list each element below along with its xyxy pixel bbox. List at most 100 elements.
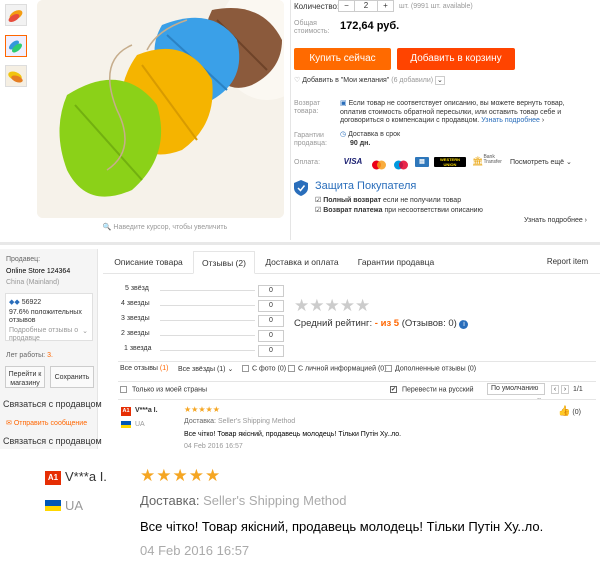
chevron-right-icon: › — [541, 117, 545, 124]
quantity-value[interactable]: 2 — [355, 1, 377, 11]
page-indicator: 1/1 — [573, 386, 583, 393]
filter-with-personal[interactable]: С личной информацией (0) — [288, 365, 387, 372]
sort-select[interactable]: По умолчанию ⌄ — [487, 383, 545, 402]
tab-shipping[interactable]: Доставка и оплата — [258, 251, 346, 273]
filter-extra-reviews[interactable]: Дополненные отзывы (0) — [385, 365, 476, 372]
checkbox-icon: ☑ — [315, 207, 322, 214]
thumbnail-1[interactable] — [5, 4, 27, 26]
rating-row-count: 0 — [258, 315, 284, 327]
translate-toggle[interactable]: ✔ Перевести на русский — [390, 386, 474, 393]
checkbox[interactable] — [120, 386, 127, 393]
message-icon: ✉ — [6, 420, 12, 427]
return-label: Возврат товара: — [294, 100, 321, 115]
review-stars: ★★★★★ — [184, 405, 220, 414]
checkbox[interactable] — [385, 365, 392, 372]
tab-reviews[interactable]: Отзывы (2) — [193, 251, 255, 274]
leaf-thumb-icon — [8, 10, 23, 22]
chevron-down-icon[interactable]: ⌄ — [566, 158, 572, 166]
add-to-cart-button[interactable]: Добавить в корзину — [397, 48, 515, 70]
chevron-down-icon: ⌄ — [227, 366, 234, 373]
contact-seller-link[interactable]: Связаться с продавцом — [3, 399, 102, 409]
total-label: Общая стоимость: — [294, 20, 330, 35]
reviewer-name: V***a I. — [65, 469, 107, 484]
send-message-link[interactable]: ✉ Отправить сообщение — [6, 419, 87, 427]
visa-icon: VISA — [343, 157, 363, 166]
seller-rating-box: ◆◆ 56922 97.6% положительных отзывов Под… — [5, 293, 93, 343]
total-price: 172,64 руб. — [340, 20, 400, 32]
bank-transfer-icon: 🏛 Bank Transfer — [472, 154, 502, 167]
report-item-link[interactable]: Report item — [540, 251, 595, 273]
checkbox[interactable] — [242, 365, 249, 372]
quantity-minus-button[interactable]: − — [339, 1, 355, 11]
thumbnail-2[interactable] — [5, 35, 27, 57]
buyer-badge: A1 — [45, 471, 61, 485]
average-rating: Средний рейтинг: - из 5 (Отзывов: 0) i — [294, 318, 469, 329]
positive-pct: 97.6% — [9, 309, 29, 316]
buyer-badge: A1 — [121, 407, 131, 416]
guarantee-label: Гарантии продавца: — [294, 132, 327, 147]
buy-now-button[interactable]: Купить сейчас — [294, 48, 391, 70]
go-to-store-button[interactable]: Перейти к магазину — [5, 366, 45, 388]
chevron-down-icon[interactable]: ⌄ — [82, 327, 88, 335]
like-button[interactable]: 👍 (0) — [558, 406, 581, 417]
reviewer-name: V***a I. — [135, 407, 158, 414]
review-shipping: Доставка: Seller's Shipping Method — [184, 418, 296, 425]
return-more-link[interactable]: Узнать подробнее — [481, 117, 540, 124]
quantity-plus-button[interactable]: + — [377, 1, 393, 11]
zoomed-review: A1 V***a I. UA ★★★★★ Доставка: Seller's … — [0, 455, 600, 564]
reviewer-country: UA — [65, 498, 84, 513]
protection-more-link[interactable]: Узнать подробнее › — [524, 217, 587, 224]
leaf-thumb-icon — [9, 40, 22, 53]
rating-row-count: 0 — [258, 330, 284, 342]
filter-with-photo[interactable]: С фото (0) — [242, 365, 286, 372]
return-icon: ▣ — [340, 100, 347, 107]
filter-all-reviews[interactable]: Все отзывы (1) — [120, 365, 168, 372]
western-union-icon: WESTERN UNION — [434, 157, 466, 167]
tab-description[interactable]: Описание товара — [106, 251, 191, 273]
checked-checkbox-icon[interactable]: ✔ — [390, 386, 397, 393]
rating-row-label: 3 звезды — [121, 315, 150, 322]
quantity-stepper[interactable]: − 2 + — [338, 0, 394, 12]
main-product-image[interactable] — [37, 0, 284, 218]
payment-label: Оплата: — [294, 159, 321, 166]
diamond-icon: ◆◆ — [9, 299, 20, 306]
quantity-available: шт. (9991 шт. available) — [399, 3, 473, 10]
seller-details-link[interactable]: Подробные отзывы о продавце — [9, 327, 78, 343]
rating-row-label: 4 звезды — [121, 300, 150, 307]
seller-name[interactable]: Online Store 124364 — [6, 268, 70, 275]
info-icon[interactable]: i — [459, 320, 469, 329]
zoom-hint: 🔍 Наведите курсор, чтобы увеличить — [102, 224, 228, 231]
my-country-filter[interactable]: Только из моей страны — [120, 386, 207, 393]
rating-row-count: 0 — [258, 345, 284, 357]
filter-all-stars[interactable]: Все звёзды (1) ⌄ — [178, 365, 233, 373]
magnifier-icon: 🔍 — [102, 224, 112, 231]
ua-flag-icon — [121, 421, 131, 428]
wishlist-link[interactable]: ♡ Добавить в "Мои желания" (6 добавили) … — [294, 76, 445, 85]
contact-seller-link-2[interactable]: Связаться с продавцом — [3, 436, 102, 446]
save-store-button[interactable]: Сохранить — [50, 366, 94, 388]
thumbnail-3[interactable] — [5, 65, 27, 87]
chevron-down-icon[interactable]: ⌄ — [435, 76, 445, 85]
seller-years: Лет работы: 3. — [6, 352, 53, 359]
heart-icon: ♡ — [294, 77, 301, 84]
next-page-button[interactable]: › — [561, 385, 569, 394]
protection-title: Защита Покупателя — [315, 180, 417, 192]
bank-icon: 🏛 — [472, 156, 484, 166]
average-stars: ★★★★★ — [294, 296, 371, 315]
review-filters: Все отзывы (1) Все звёзды (1) ⌄ С фото (… — [120, 365, 596, 377]
prev-page-button[interactable]: ‹ — [551, 385, 559, 394]
checkbox[interactable] — [288, 365, 295, 372]
leaf-thumb-icon — [8, 71, 23, 83]
review-stars: ★★★★★ — [140, 466, 222, 485]
quantity-label: Количество: — [294, 2, 340, 11]
guarantee-text: ◷ Доставка в срок 90 дн. — [340, 131, 401, 147]
review-shipping: Доставка: Seller's Shipping Method — [140, 493, 347, 508]
payment-more-link[interactable]: Посмотреть ещё — [510, 159, 564, 166]
thumbs-up-icon: 👍 — [558, 406, 571, 417]
door-stopper-leaves-image — [37, 0, 284, 218]
seller-label: Продавец: — [6, 256, 41, 263]
mastercard-icon — [371, 157, 387, 170]
tab-guarantees[interactable]: Гарантии продавца — [350, 251, 442, 273]
clock-icon: ◷ — [340, 131, 347, 138]
checkbox-icon: ☑ — [315, 197, 322, 204]
